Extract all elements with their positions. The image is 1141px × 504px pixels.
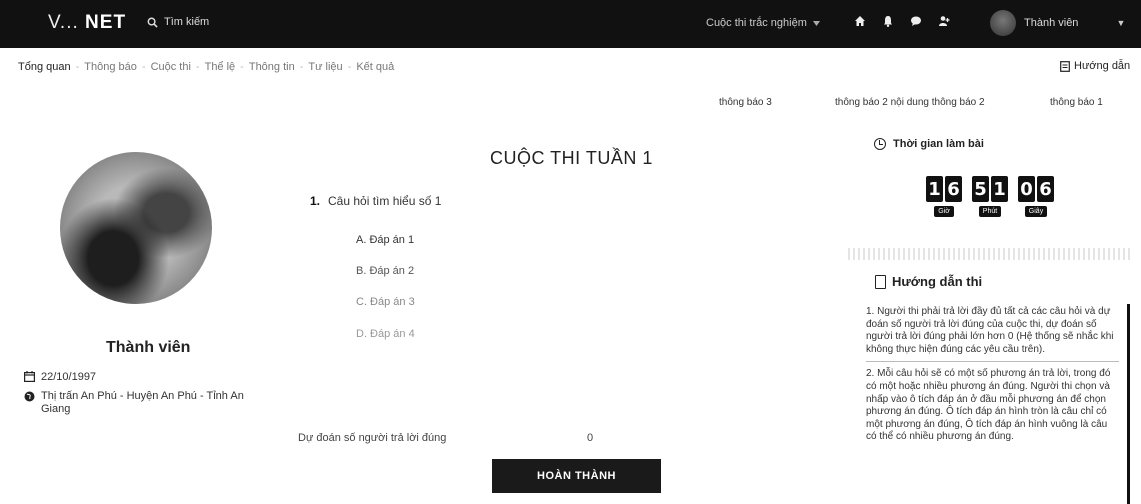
section-nav: Tổng quan - Thông báo - Cuộc thi - Thể lệ - … <box>18 61 394 73</box>
timer-digit: 6 <box>1037 176 1054 202</box>
user-menu[interactable]: Thành viên ▼ <box>990 10 1125 36</box>
notice-item[interactable]: thông báo 1 <box>1050 97 1103 108</box>
timer-digit: 6 <box>945 176 962 202</box>
nav-separator: - <box>75 61 80 73</box>
logo-prefix: V... <box>48 12 79 33</box>
predict-label: Dự đoán số người trả lời đúng <box>298 432 447 444</box>
calendar-icon <box>24 371 35 382</box>
avatar <box>990 10 1016 36</box>
chat-icon[interactable] <box>910 14 922 26</box>
notice-item[interactable]: thông báo 3 <box>719 97 772 108</box>
contest-menu-dropdown[interactable]: Cuộc thi trắc nghiệm <box>706 17 820 29</box>
timer-unit-minutes: Phút <box>978 206 1002 217</box>
address-row: Thị trấn An Phú - Huyện An Phú - Tỉnh An… <box>24 390 264 416</box>
finish-button[interactable]: HOÀN THÀNH <box>492 459 661 493</box>
guide-paragraph: 1. Người thi phải trả lời đầy đủ tất cả … <box>866 306 1114 355</box>
address-value: Thị trấn An Phú - Huyện An Phú - Tỉnh An… <box>41 390 244 415</box>
divider <box>848 248 1133 260</box>
bell-icon[interactable] <box>882 14 894 27</box>
chevron-down-icon <box>812 20 820 26</box>
countdown-timer: 1 6 Giờ 5 1 Phút 0 6 Giây <box>926 176 1054 217</box>
nav-separator: - <box>141 61 146 73</box>
predict-input[interactable]: 0 <box>587 432 593 444</box>
guide-title-label: Hướng dẫn thi <box>892 274 983 289</box>
question-number: 1. <box>310 194 321 208</box>
nav-separator: - <box>195 61 200 73</box>
timer-title-label: Thời gian làm bài <box>893 138 984 150</box>
logo-main: NET <box>85 12 127 33</box>
site-logo[interactable]: V... NET <box>48 12 126 34</box>
clock-icon <box>874 138 886 150</box>
question: 1. Câu hỏi tìm hiểu số 1 <box>310 194 441 208</box>
search-label: Tìm kiếm <box>164 16 210 28</box>
answer-option[interactable]: D. Đáp án 4 <box>356 328 415 340</box>
nav-item-results[interactable]: Kết quả <box>356 61 394 73</box>
timer-digit: 1 <box>926 176 943 202</box>
timer-digit: 5 <box>972 176 989 202</box>
guide-paragraph: 2. Mỗi câu hỏi sẽ có một số phương án tr… <box>866 368 1111 443</box>
caret-down-icon: ▼ <box>1116 18 1126 28</box>
answer-option[interactable]: A. Đáp án 1 <box>356 234 414 246</box>
timer-unit-seconds: Giây <box>1024 206 1048 217</box>
timer-digit: 1 <box>991 176 1008 202</box>
home-icon[interactable] <box>854 14 866 26</box>
search-button[interactable]: Tìm kiếm <box>147 16 209 28</box>
guide-title: Hướng dẫn thi <box>875 274 982 289</box>
quiz-title: CUỘC THI TUẦN 1 <box>490 148 653 168</box>
top-icon-group <box>854 14 950 27</box>
globe-icon <box>24 391 35 402</box>
nav-item-notifications[interactable]: Thông báo <box>84 61 137 73</box>
guide-link-label: Hướng dẫn <box>1074 60 1131 72</box>
timer-hours: 1 6 Giờ <box>926 176 962 217</box>
timer-digit: 0 <box>1018 176 1035 202</box>
notice-item[interactable]: thông báo 2 nội dung thông báo 2 <box>835 97 985 108</box>
question-text: Câu hỏi tìm hiểu số 1 <box>328 194 442 208</box>
profile-name: Thành viên <box>106 339 191 356</box>
profile-photo <box>60 152 212 304</box>
nav-item-overview[interactable]: Tổng quan <box>18 61 71 73</box>
answer-option[interactable]: C. Đáp án 3 <box>356 296 415 308</box>
guide-divider <box>866 361 1119 363</box>
timer-unit-hours: Giờ <box>934 206 954 217</box>
nav-item-rules[interactable]: Thể lệ <box>205 61 236 73</box>
answer-option[interactable]: B. Đáp án 2 <box>356 265 414 277</box>
search-icon <box>147 17 158 28</box>
nav-separator: - <box>299 61 304 73</box>
timer-seconds: 0 6 Giây <box>1018 176 1054 217</box>
add-user-icon[interactable] <box>938 14 950 26</box>
contest-menu-label: Cuộc thi trắc nghiệm <box>706 17 807 29</box>
nav-item-info[interactable]: Thông tin <box>249 61 295 73</box>
timer-minutes: 5 1 Phút <box>972 176 1008 217</box>
guide-doc-icon <box>1060 60 1070 72</box>
timer-title: Thời gian làm bài <box>874 138 984 150</box>
nav-separator: - <box>347 61 352 73</box>
user-menu-label: Thành viên <box>1024 17 1079 29</box>
birthday-value: 22/10/1997 <box>41 371 97 383</box>
guide-scroll-box[interactable]: 1. Người thi phải trả lời đầy đủ tất cả … <box>862 304 1130 504</box>
nav-item-documents[interactable]: Tư liệu <box>308 61 342 73</box>
document-icon <box>875 274 886 289</box>
top-navbar: V... NET Tìm kiếm Cuộc thi trắc nghiệm T… <box>0 0 1141 48</box>
nav-item-contest[interactable]: Cuộc thi <box>151 61 191 73</box>
birthday-row: 22/10/1997 <box>24 371 96 384</box>
nav-separator: - <box>240 61 244 73</box>
guide-link[interactable]: Hướng dẫn <box>1060 60 1130 72</box>
